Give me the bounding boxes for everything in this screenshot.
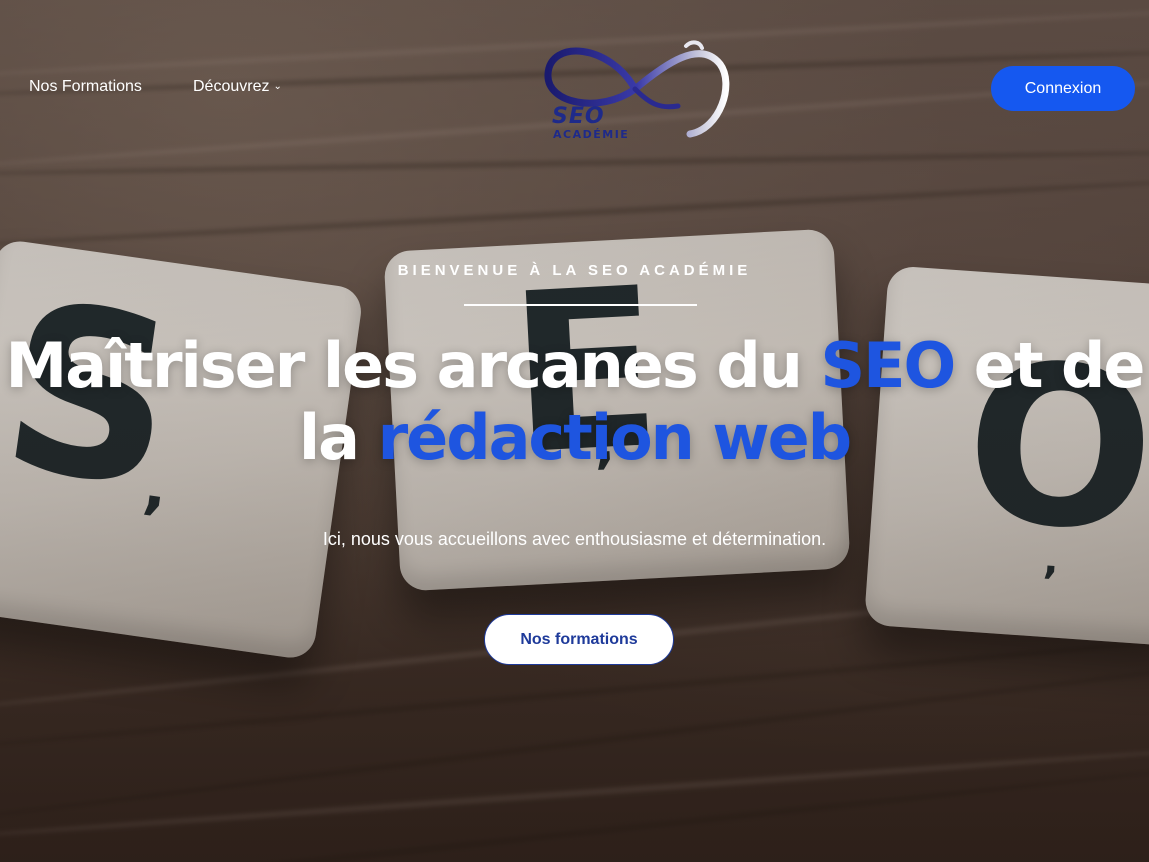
hero-divider (464, 304, 697, 306)
hero-subline: Ici, nous vous accueillons avec enthousi… (322, 529, 827, 549)
nav-decouvrez-label: Découvrez (193, 78, 270, 95)
logo-text-academie: ACADÉMIE (553, 128, 630, 141)
logo-text-seo: SEO (552, 104, 605, 129)
nav-decouvrez[interactable]: Découvrez ⌄ (193, 78, 282, 96)
login-button[interactable]: Connexion (991, 66, 1135, 111)
chevron-down-icon: ⌄ (273, 81, 282, 92)
nos-formations-button[interactable]: Nos formations (484, 614, 674, 665)
hero-section: S , E , O , Nos Formations Découvrez⌄ SE… (0, 0, 1149, 862)
headline-text: Maîtriser les arcanes du (5, 329, 821, 402)
hero-headline: Maîtriser les arcanes du SEO et de la ré… (0, 330, 1149, 474)
headline-accent-seo: SEO (820, 329, 956, 402)
headline-accent-redaction: rédaction web (377, 401, 853, 474)
nav-nos-formations[interactable]: Nos Formations (29, 78, 142, 96)
hero-kicker: BIENVENUE À LA SEO ACADÉMIE (397, 262, 752, 279)
